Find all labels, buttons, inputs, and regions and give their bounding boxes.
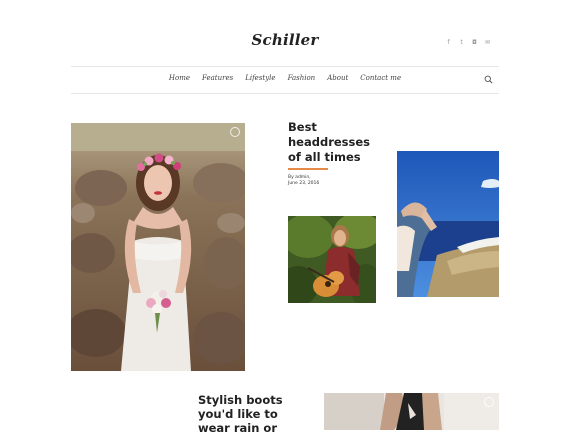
image-action-icon[interactable] [230, 127, 240, 137]
search-icon[interactable] [484, 75, 493, 84]
instagram-icon[interactable]: ◘ [470, 38, 479, 47]
facebook-icon[interactable]: f [444, 38, 453, 47]
nav-item-about[interactable]: About [327, 74, 348, 82]
nav-item-fashion[interactable]: Fashion [288, 74, 316, 82]
email-icon[interactable]: ✉ [483, 38, 492, 47]
post-image-flower-crown[interactable] [71, 123, 245, 371]
image-action-icon-2[interactable] [484, 397, 494, 407]
nav-item-contact[interactable]: Contact me [360, 74, 401, 82]
nav-item-features[interactable]: Features [202, 74, 233, 82]
nav-item-home[interactable]: Home [169, 74, 190, 82]
nav-divider [71, 93, 499, 94]
post-image-boots[interactable] [324, 393, 499, 430]
post-image-guitar[interactable] [288, 216, 376, 303]
post-date: June 23, 2016 [288, 181, 320, 186]
post-title-2[interactable]: Stylish boots you'd like to wear rain or [198, 393, 288, 435]
post-title[interactable]: Best headdresses of all times [288, 120, 378, 165]
post-image-ocean[interactable] [397, 151, 499, 297]
twitter-icon[interactable]: t [457, 38, 466, 47]
title-underline [288, 168, 328, 170]
nav-item-lifestyle[interactable]: Lifestyle [245, 74, 275, 82]
post-author[interactable]: By admin, [288, 175, 311, 180]
header-divider [71, 66, 499, 67]
